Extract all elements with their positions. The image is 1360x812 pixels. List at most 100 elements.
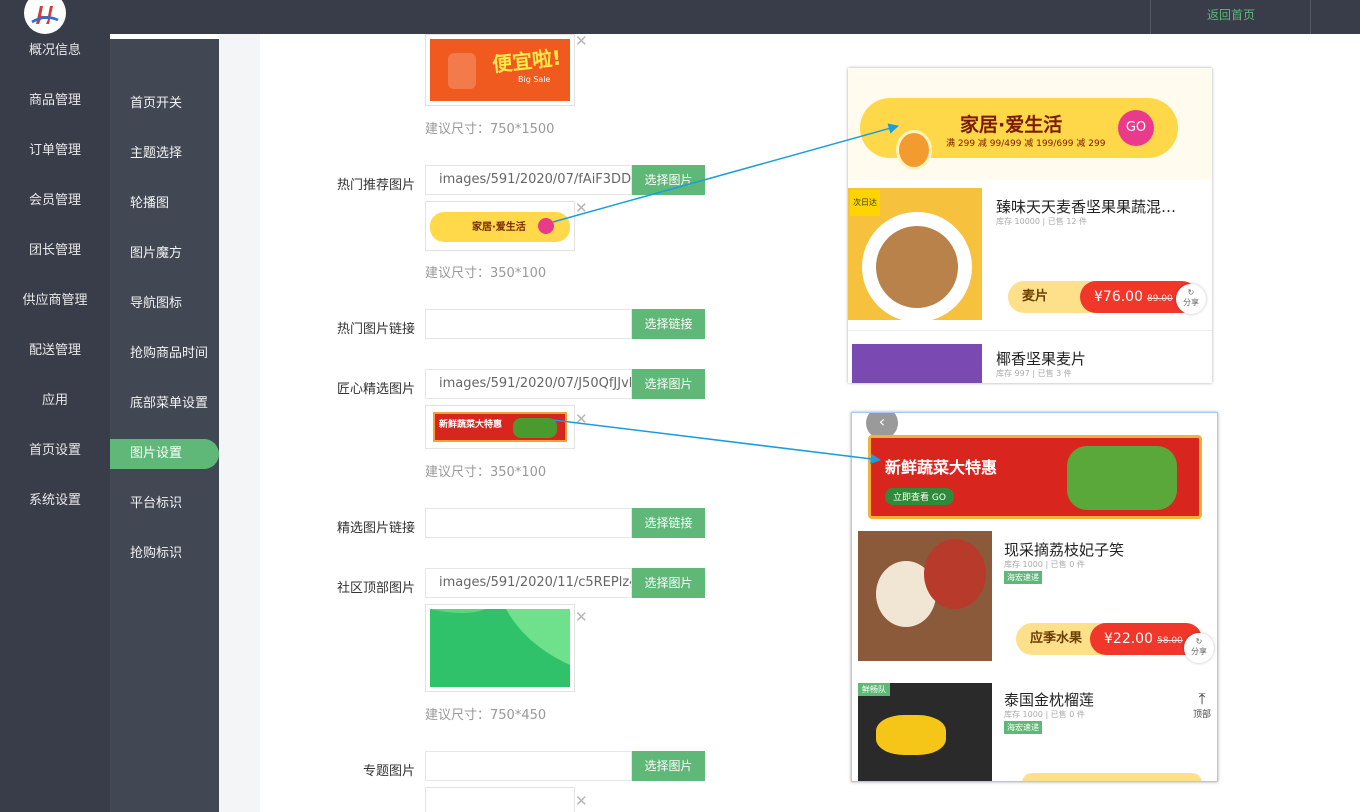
top-banner-title: 便宜啦! <box>491 45 563 77</box>
preview2-banner-button: 立即查看 GO <box>885 488 954 505</box>
return-home-link[interactable]: 返回首页 <box>1152 0 1310 34</box>
submenu-item-nav-icons[interactable]: 导航图标 <box>110 289 219 319</box>
community-image-preview <box>430 609 570 687</box>
close-icon[interactable]: ✕ <box>575 608 588 626</box>
sidebar-item-orders[interactable]: 订单管理 <box>0 134 110 184</box>
close-icon[interactable]: ✕ <box>575 32 588 50</box>
submenu-item-bottom-menu[interactable]: 底部菜单设置 <box>110 389 219 419</box>
close-icon[interactable]: ✕ <box>575 199 588 217</box>
top-banner-subtitle: Big Sale <box>518 75 551 84</box>
preview1-old-price: 89.00 <box>1147 294 1173 304</box>
hot-image-label: 热门推荐图片 <box>336 178 415 193</box>
submenu-item-carousel[interactable]: 轮播图 <box>110 189 219 219</box>
preview1-banner-title: 家居·爱生活 <box>960 114 1063 136</box>
sidebar-item-overview[interactable]: 概况信息 <box>0 34 110 84</box>
hot-image-choose-button[interactable]: 选择图片 <box>632 165 705 195</box>
close-icon[interactable]: ✕ <box>575 792 588 810</box>
preview2-price-value: ¥22.00 <box>1104 631 1153 647</box>
sidebar-item-system-settings[interactable]: 系统设置 <box>0 484 110 534</box>
back-to-top-label: 顶部 <box>1192 710 1211 720</box>
preview1-category: 麦片 <box>1022 289 1049 304</box>
community-image-choose-button[interactable]: 选择图片 <box>632 568 705 598</box>
preview2-product2-stock: 库存 1000 | 已售 0 件 <box>1004 710 1085 719</box>
lychee-shell-image <box>924 539 986 609</box>
sidebar-item-members[interactable]: 会员管理 <box>0 184 110 234</box>
alarm-clock-icon <box>896 130 932 170</box>
topic-image-path-input[interactable] <box>425 751 632 781</box>
hot-link-input[interactable] <box>425 309 632 339</box>
hot-image-thumbnail[interactable]: 家居·爱生活 <box>425 201 575 251</box>
preview2-product2-badge: 鲜畅队 <box>858 683 890 696</box>
preview1-go-badge: GO <box>1118 110 1154 146</box>
share-icon: ↻ <box>1195 637 1203 646</box>
preview2-product-stock: 库存 1000 | 已售 0 件 <box>1004 560 1085 569</box>
back-to-top-button[interactable]: ⤒ 顶部 <box>1188 689 1216 721</box>
hot-image-path-input[interactable]: images/591/2020/07/fAiF3DD6l <box>425 165 632 195</box>
select-image-size-hint: 建议尺寸：350*100 <box>425 465 547 480</box>
hot-image-preview-text: 家居·爱生活 <box>472 222 526 233</box>
top-bar: 返回首页 <box>0 0 1360 34</box>
go-badge <box>538 218 554 234</box>
preview1-product2-image <box>852 344 982 383</box>
submenu-item-image-settings[interactable]: 图片设置 <box>110 439 219 469</box>
preview2-banner-button-text: 立即查看 <box>893 493 930 503</box>
top-banner-image: 便宜啦! Big Sale <box>430 39 570 101</box>
submenu-item-image-cube[interactable]: 图片魔方 <box>110 239 219 269</box>
sidebar-item-products[interactable]: 商品管理 <box>0 84 110 134</box>
hot-image-preview: 家居·爱生活 <box>430 212 570 242</box>
select-image-path-input[interactable]: images/591/2020/07/J50QfJJvk <box>425 369 632 399</box>
top-banner-thumbnail[interactable]: 便宜啦! Big Sale <box>425 34 575 106</box>
preview1-product-image: 次日达 <box>848 188 982 322</box>
arrow-up-icon: ⤒ <box>1198 689 1206 708</box>
topic-image-thumbnail[interactable] <box>425 787 575 812</box>
divider <box>1150 0 1151 34</box>
close-icon[interactable]: ✕ <box>575 410 588 428</box>
preview2-product2-price-pill <box>1022 773 1202 781</box>
preview2-banner: 新鲜蔬菜大特惠 立即查看 GO <box>868 435 1202 519</box>
preview2-banner-title: 新鲜蔬菜大特惠 <box>885 458 998 477</box>
sidebar-item-delivery[interactable]: 配送管理 <box>0 334 110 384</box>
select-image-thumbnail[interactable]: 新鲜蔬菜大特惠 <box>425 405 575 449</box>
logo[interactable] <box>24 0 66 34</box>
preview2-product-name: 现采摘荔枝妃子笑 <box>1004 541 1125 559</box>
submenu-item-platform-mark[interactable]: 平台标识 <box>110 489 219 519</box>
preview2-product2-tag: 海宏速递 <box>1004 721 1042 734</box>
preview1-price-pill[interactable]: 麦片 ¥76.00 89.00 <box>1008 281 1198 313</box>
hot-image-size-hint: 建议尺寸：350*100 <box>425 266 547 281</box>
submenu-item-home-switch[interactable]: 首页开关 <box>110 89 219 119</box>
share-label: 分享 <box>1183 298 1199 307</box>
select-link-input[interactable] <box>425 508 632 538</box>
share-label: 分享 <box>1191 647 1207 656</box>
submenu-item-flash-sale-time[interactable]: 抢购商品时间 <box>110 339 219 369</box>
hot-link-choose-button[interactable]: 选择链接 <box>632 309 705 339</box>
hot-image-preview-panel: 家居·爱生活 满 299 减 99/499 减 199/699 减 299 GO… <box>848 68 1212 383</box>
preview2-category: 应季水果 <box>1030 631 1083 646</box>
preview2-go: GO <box>931 493 946 503</box>
sidebar-item-leaders[interactable]: 团长管理 <box>0 234 110 284</box>
submenu-item-theme[interactable]: 主题选择 <box>110 139 219 169</box>
primary-sidebar: 概况信息 商品管理 订单管理 会员管理 团长管理 供应商管理 配送管理 应用 首… <box>0 34 110 812</box>
select-image-choose-button[interactable]: 选择图片 <box>632 369 705 399</box>
next-day-badge: 次日达 <box>850 190 880 216</box>
topic-image-label: 专题图片 <box>362 764 415 779</box>
select-image-preview-panel: ‹ 新鲜蔬菜大特惠 立即查看 GO 现采摘荔枝妃子笑 库存 1000 | 已售 … <box>851 412 1218 782</box>
preview2-price-pill[interactable]: 应季水果 ¥22.00 58.00 <box>1016 623 1202 655</box>
sidebar-item-apps[interactable]: 应用 <box>0 384 110 434</box>
select-link-choose-button[interactable]: 选择链接 <box>632 508 705 538</box>
secondary-sidebar: 首页开关 主题选择 轮播图 图片魔方 导航图标 抢购商品时间 底部菜单设置 图片… <box>110 39 219 812</box>
preview2-delivery-tag: 海宏速递 <box>1004 571 1042 584</box>
submenu-item-flash-sale-mark[interactable]: 抢购标识 <box>110 539 219 569</box>
preview2-product-image <box>858 531 992 661</box>
preview2-share-button[interactable]: ↻ 分享 <box>1184 633 1214 663</box>
select-image-preview: 新鲜蔬菜大特惠 <box>433 412 567 442</box>
durian-image <box>876 715 946 755</box>
preview1-share-button[interactable]: ↻ 分享 <box>1176 284 1206 314</box>
sidebar-item-home-settings[interactable]: 首页设置 <box>0 434 110 484</box>
sidebar-item-suppliers[interactable]: 供应商管理 <box>0 284 110 334</box>
community-image-path-input[interactable]: images/591/2020/11/c5REPlz4N <box>425 568 632 598</box>
community-image-label: 社区顶部图片 <box>336 581 415 596</box>
select-image-label: 匠心精选图片 <box>336 382 415 397</box>
community-image-thumbnail[interactable] <box>425 604 575 692</box>
preview1-banner-subtitle: 满 299 减 99/499 减 199/699 减 299 <box>946 139 1106 149</box>
topic-image-choose-button[interactable]: 选择图片 <box>632 751 705 781</box>
